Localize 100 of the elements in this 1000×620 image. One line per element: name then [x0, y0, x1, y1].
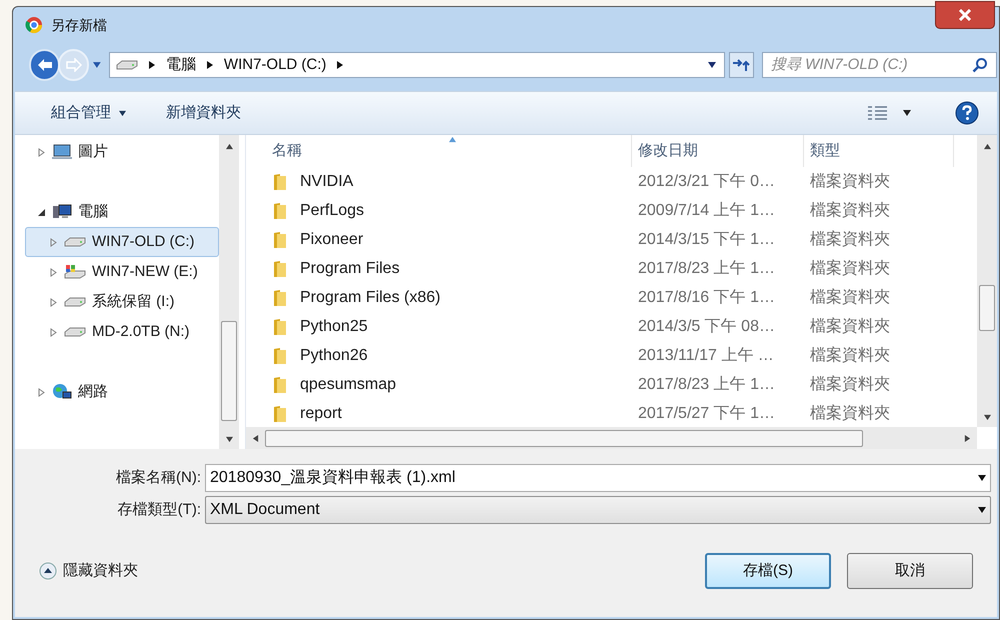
- collapse-circle-icon: [39, 562, 57, 580]
- dropdown-caret-icon[interactable]: [708, 61, 716, 69]
- file-type-dropdown[interactable]: XML Document: [205, 496, 991, 524]
- organize-menu-button[interactable]: 組合管理: [51, 102, 126, 124]
- collapsed-arrow-icon[interactable]: [50, 328, 58, 336]
- file-name: Pixoneer: [300, 230, 364, 250]
- file-name: PerfLogs: [300, 200, 364, 220]
- folder-icon: [272, 346, 288, 364]
- sidebar-item[interactable]: MD-2.0TB (N:): [25, 317, 219, 347]
- windows-drive-icon: [64, 265, 86, 279]
- file-name: report: [300, 404, 342, 424]
- dropdown-caret-icon[interactable]: [978, 474, 986, 482]
- drive-icon: [64, 236, 86, 248]
- sidebar-item[interactable]: WIN7-OLD (C:): [25, 227, 219, 257]
- horizontal-scrollbar[interactable]: [246, 427, 977, 449]
- filename-label: 檔案名稱(N):: [115, 468, 201, 488]
- sidebar-item[interactable]: 電腦: [25, 197, 219, 227]
- dialog-button[interactable]: 存檔(S): [705, 553, 831, 589]
- pictures-icon: [52, 144, 72, 160]
- breadcrumb-separator-icon[interactable]: [206, 61, 214, 69]
- file-name: Python26: [300, 346, 368, 366]
- breadcrumb-separator-icon[interactable]: [148, 61, 156, 69]
- search-input[interactable]: 搜尋 WIN7-OLD (C:): [771, 54, 972, 76]
- modified-date: 2017/8/23 上午 1…: [638, 374, 776, 394]
- back-button[interactable]: [29, 49, 60, 81]
- file-type-label: 存檔類型(T):: [116, 500, 201, 520]
- file-type: 檔案資料夾: [810, 403, 890, 424]
- drive-icon: [64, 326, 86, 338]
- scroll-thumb[interactable]: [221, 321, 237, 421]
- scroll-right-icon[interactable]: [964, 434, 971, 442]
- drive-icon: [116, 59, 138, 71]
- modified-date: 2014/3/15 下午 1…: [638, 230, 776, 250]
- column-header[interactable]: 名稱: [266, 135, 632, 167]
- new-folder-button[interactable]: 新增資料夾: [166, 102, 241, 124]
- file-type: 檔案資料夾: [810, 258, 890, 278]
- file-name: Program Files (x86): [300, 288, 440, 308]
- column-header[interactable]: 修改日期: [632, 135, 804, 167]
- close-icon: [958, 9, 972, 21]
- scroll-thumb[interactable]: [979, 285, 995, 331]
- file-name: Python25: [300, 316, 368, 336]
- network-globe-icon: [52, 383, 72, 401]
- folder-icon: [272, 288, 288, 306]
- computer-icon: [52, 204, 72, 220]
- breadcrumb-separator-icon[interactable]: [336, 61, 344, 69]
- folder-icon: [272, 404, 288, 422]
- collapsed-arrow-icon[interactable]: [50, 238, 58, 246]
- column-header[interactable]: 類型: [804, 135, 954, 167]
- close-button[interactable]: [935, 1, 995, 29]
- scroll-up-icon[interactable]: [226, 143, 232, 150]
- view-caret-icon[interactable]: [903, 109, 911, 117]
- file-type: 檔案資料夾: [810, 200, 890, 220]
- history-caret-icon[interactable]: [93, 61, 101, 69]
- modified-date: 2017/8/16 下午 1…: [638, 288, 776, 308]
- view-list-icon[interactable]: [867, 105, 889, 121]
- file-name: qpesumsmap: [300, 374, 396, 394]
- modified-date: 2013/11/17 上午 …: [638, 346, 775, 366]
- search-field[interactable]: 搜尋 WIN7-OLD (C:): [762, 52, 997, 78]
- folder-icon: [272, 230, 288, 248]
- scroll-left-icon[interactable]: [252, 434, 259, 442]
- sidebar-item[interactable]: WIN7-NEW (E:): [25, 257, 219, 287]
- file-type: 檔案資料夾: [810, 287, 890, 308]
- modified-date: 2017/8/23 上午 1…: [638, 258, 776, 278]
- back-arrow-icon: [36, 58, 53, 72]
- folder-icon: [272, 318, 288, 336]
- file-type: 檔案資料夾: [810, 374, 890, 394]
- collapsed-arrow-icon[interactable]: [38, 148, 46, 156]
- sidebar-item[interactable]: 系統保留 (I:): [25, 287, 219, 317]
- refresh-arrows-icon: [732, 58, 750, 72]
- folder-icon: [272, 172, 288, 190]
- collapsed-arrow-icon[interactable]: [38, 388, 46, 396]
- dialog-button[interactable]: 取消: [847, 553, 973, 589]
- sidebar-item[interactable]: 網路: [25, 377, 219, 407]
- search-icon[interactable]: [972, 57, 988, 73]
- forward-arrow-icon: [66, 58, 82, 72]
- sidebar-item[interactable]: 圖片: [25, 137, 219, 167]
- scroll-down-icon[interactable]: [984, 414, 990, 421]
- scroll-up-icon[interactable]: [984, 143, 990, 150]
- refresh-button[interactable]: [728, 52, 754, 78]
- folder-icon: [272, 376, 288, 394]
- file-type: 檔案資料夾: [810, 316, 890, 336]
- vertical-scrollbar[interactable]: [977, 135, 997, 427]
- filename-input[interactable]: 20180930_溫泉資料申報表 (1).xml: [210, 466, 978, 490]
- browser-logo-icon: [25, 16, 43, 34]
- breadcrumb-item[interactable]: WIN7-OLD (C:): [224, 54, 326, 76]
- expanded-arrow-icon[interactable]: [38, 208, 46, 216]
- filename-field[interactable]: 20180930_溫泉資料申報表 (1).xml: [205, 464, 991, 492]
- drive-icon: [64, 296, 86, 308]
- modified-date: 2017/5/27 下午 1…: [638, 404, 776, 424]
- hide-folders-button[interactable]: 隱藏資料夾: [39, 560, 138, 582]
- vertical-scrollbar[interactable]: [219, 135, 239, 449]
- folder-icon: [272, 260, 288, 278]
- scroll-down-icon[interactable]: [226, 436, 232, 443]
- help-icon[interactable]: [955, 101, 979, 125]
- file-type: 檔案資料夾: [810, 229, 890, 250]
- collapsed-arrow-icon[interactable]: [50, 268, 58, 276]
- breadcrumb-item[interactable]: 電腦: [166, 54, 196, 76]
- modified-date: 2009/7/14 上午 1…: [638, 200, 776, 220]
- address-bar[interactable]: 電腦 WIN7-OLD (C:): [108, 52, 725, 78]
- collapsed-arrow-icon[interactable]: [50, 298, 58, 306]
- scroll-thumb[interactable]: [265, 430, 863, 446]
